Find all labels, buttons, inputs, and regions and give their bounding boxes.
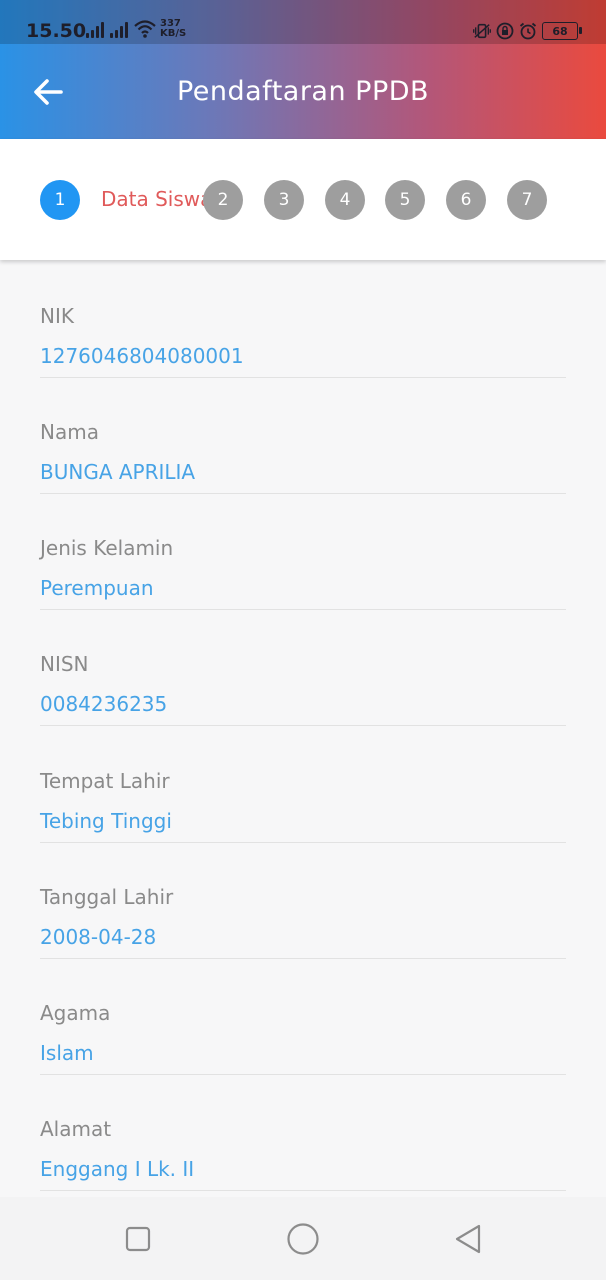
back-nav-button[interactable] (450, 1221, 486, 1257)
field-nisn[interactable]: NISN 0084236235 (40, 610, 566, 726)
app-bar: Pendaftaran PPDB (0, 44, 606, 139)
wifi-icon (134, 19, 156, 39)
stepper: 1 Data Siswa 2 3 4 5 6 7 (0, 139, 606, 260)
field-nik[interactable]: NIK 1276046804080001 (40, 262, 566, 378)
battery-icon: 68 (542, 22, 582, 40)
field-value: 2008-04-28 (40, 925, 157, 949)
field-value: Enggang I Lk. II (40, 1157, 195, 1181)
field-tempat-lahir[interactable]: Tempat Lahir Tebing Tinggi (40, 727, 566, 843)
signal-icon (110, 22, 130, 38)
field-value: BUNGA APRILIA (40, 460, 196, 484)
field-agama[interactable]: Agama Islam (40, 959, 566, 1075)
field-alamat[interactable]: Alamat Enggang I Lk. II (40, 1075, 566, 1191)
field-value: Perempuan (40, 576, 154, 600)
field-value: 0084236235 (40, 692, 168, 716)
step-active-label: Data Siswa (101, 187, 213, 211)
step-1[interactable]: 1 (40, 180, 80, 220)
field-label: NIK (40, 304, 74, 328)
recents-button[interactable] (120, 1221, 156, 1257)
field-value: 1276046804080001 (40, 344, 244, 368)
home-button[interactable] (285, 1221, 321, 1257)
field-label: Jenis Kelamin (40, 536, 174, 560)
field-nama[interactable]: Nama BUNGA APRILIA (40, 378, 566, 494)
field-label: Nama (40, 420, 99, 444)
field-tanggal-lahir[interactable]: Tanggal Lahir 2008-04-28 (40, 843, 566, 959)
status-icons-right: 68 (473, 20, 582, 42)
field-jenis-kelamin[interactable]: Jenis Kelamin Perempuan (40, 494, 566, 610)
page-title: Pendaftaran PPDB (176, 76, 430, 107)
step-6[interactable]: 6 (446, 180, 486, 220)
arrow-left-icon (34, 79, 63, 105)
system-navigation-bar (0, 1197, 606, 1280)
lock-rotation-icon (496, 22, 514, 40)
recents-icon (125, 1226, 151, 1252)
step-2[interactable]: 2 (203, 180, 243, 220)
field-label: Tempat Lahir (40, 769, 170, 793)
alarm-icon (519, 22, 537, 40)
field-label: Tanggal Lahir (40, 885, 174, 909)
field-label: Alamat (40, 1117, 112, 1141)
back-triangle-icon (455, 1224, 481, 1254)
home-icon (287, 1223, 319, 1255)
network-speed-unit: KB/S (160, 28, 187, 39)
vibrate-icon (473, 22, 491, 40)
status-time: 15.50 (26, 20, 87, 42)
back-button[interactable] (28, 72, 68, 112)
step-4[interactable]: 4 (325, 180, 365, 220)
student-data-form: NIK 1276046804080001 Nama BUNGA APRILIA … (0, 262, 606, 1197)
status-bar: 15.50 337 KB/S 68 (0, 0, 606, 44)
step-5[interactable]: 5 (385, 180, 425, 220)
field-value: Islam (40, 1041, 94, 1065)
battery-level: 68 (552, 24, 568, 38)
step-7[interactable]: 7 (507, 180, 547, 220)
step-3[interactable]: 3 (264, 180, 304, 220)
network-speed: 337 KB/S (160, 19, 186, 39)
field-label: Agama (40, 1001, 111, 1025)
field-value: Tebing Tinggi (40, 809, 172, 833)
signal-icon (86, 22, 106, 38)
field-label: NISN (40, 652, 89, 676)
